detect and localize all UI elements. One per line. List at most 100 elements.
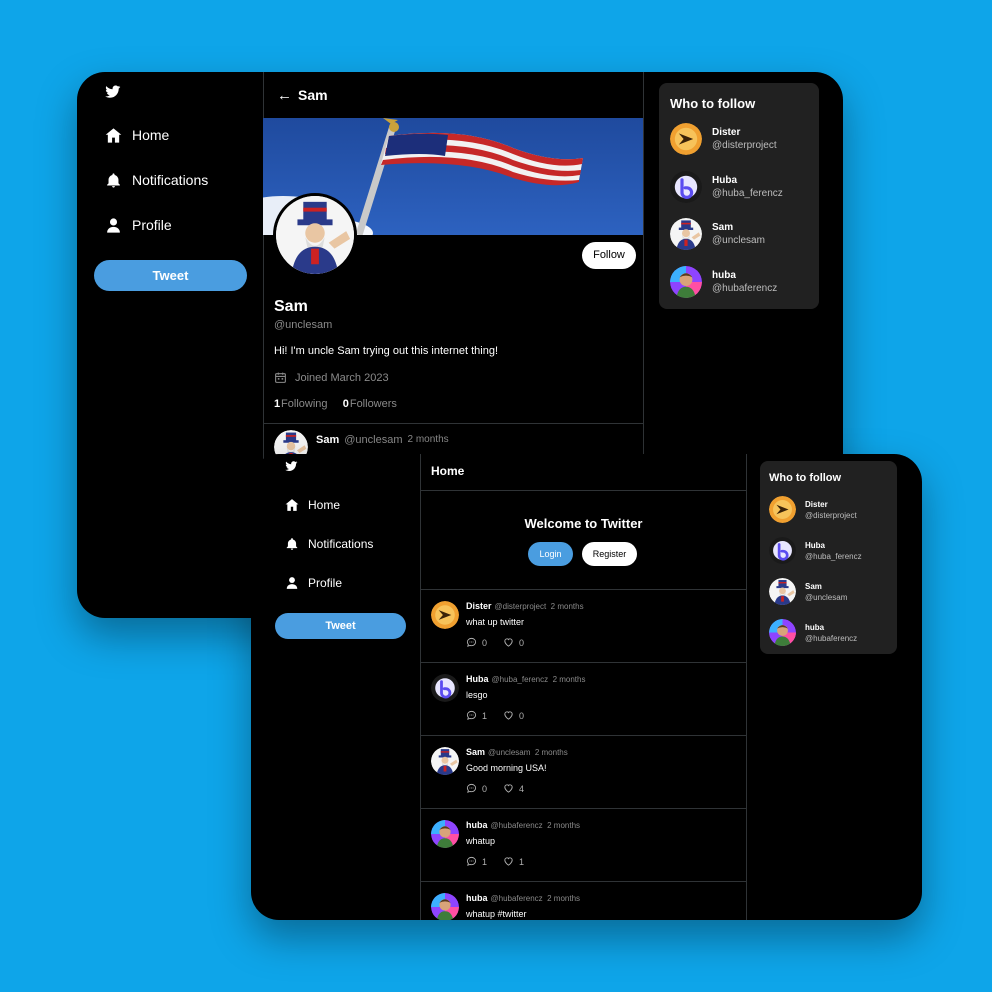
suggested-user-handle: @huba_ferencz [712, 188, 783, 199]
tweet-item[interactable]: Huba @huba_ferencz 2 months lesgo 1 0 [421, 662, 746, 735]
suggested-user-handle: @disterproject [805, 510, 857, 520]
nav-notifications[interactable]: Notifications [104, 171, 208, 189]
follow-button[interactable]: Follow [582, 242, 636, 269]
suggested-user-handle: @unclesam [805, 592, 848, 602]
like-button[interactable]: 0 [503, 710, 524, 721]
reply-button[interactable]: 0 [466, 637, 487, 648]
reply-icon [466, 710, 477, 721]
tweet-time: 2 months [534, 748, 568, 757]
like-count: 0 [519, 637, 525, 648]
home-window: Home Notifications Profile Tweet Home We… [251, 454, 922, 920]
reply-icon [466, 783, 477, 794]
tweet-item[interactable]: huba @hubaferencz 2 months whatup 1 1 [421, 808, 746, 881]
nav-home[interactable]: Home [284, 497, 340, 512]
nav-home[interactable]: Home [104, 126, 169, 144]
suggested-user-handle: @hubaferencz [712, 283, 778, 294]
tweet-author-name: Sam [316, 434, 340, 446]
welcome-title: Welcome to Twitter [524, 516, 643, 531]
tweet-item[interactable]: huba @hubaferencz 2 months whatup #twitte… [421, 881, 746, 920]
reply-icon [466, 856, 477, 867]
heart-icon [503, 637, 514, 648]
twitter-logo-icon[interactable] [104, 84, 122, 99]
tweet-author-handle: @hubaferencz [490, 821, 543, 830]
reply-count: 0 [482, 637, 488, 648]
tweet-text: whatup [466, 836, 496, 846]
profile-handle: @unclesam [274, 319, 333, 331]
suggested-user-huba2[interactable]: huba @hubaferencz [670, 266, 777, 298]
back-arrow-icon[interactable]: ← [277, 87, 292, 104]
like-button[interactable]: 0 [503, 637, 524, 648]
sidebar: Home Notifications Profile Tweet [251, 454, 421, 920]
profile-avatar[interactable] [273, 193, 357, 277]
reply-count: 1 [482, 856, 488, 867]
nav-profile-label: Profile [132, 217, 172, 233]
suggested-user-handle: @huba_ferencz [805, 551, 862, 561]
tweet-author-handle: @huba_ferencz [491, 675, 549, 684]
suggested-user-dister[interactable]: Dister @disterproject [670, 123, 777, 155]
following-link[interactable]: 1 Following [274, 398, 328, 410]
user-icon [104, 216, 122, 234]
avatar [769, 537, 796, 564]
tweet-author-name: huba [466, 820, 488, 830]
suggested-user-handle: @hubaferencz [805, 633, 858, 643]
tweet-item[interactable]: Dister @disterproject 2 months what up tw… [421, 589, 746, 662]
heart-icon [503, 783, 514, 794]
like-button[interactable]: 1 [503, 856, 524, 867]
suggested-user-huba[interactable]: Huba @huba_ferencz [670, 171, 783, 203]
suggested-user-name: Huba [805, 540, 825, 550]
home-icon [104, 126, 122, 144]
nav-notifications[interactable]: Notifications [284, 536, 373, 551]
tweet-author-name: Sam [466, 747, 486, 757]
who-to-follow-title: Who to follow [769, 472, 842, 484]
twitter-logo-icon[interactable] [284, 460, 299, 472]
suggested-user-sam[interactable]: Sam @unclesam [670, 218, 765, 250]
tweet-meta: huba @hubaferencz 2 months [466, 820, 580, 830]
tweet-meta: Dister @disterproject 2 months [466, 601, 584, 611]
reply-count: 0 [482, 783, 488, 794]
tweet-author-name: Huba [466, 674, 489, 684]
reply-button[interactable]: 1 [466, 710, 487, 721]
register-button[interactable]: Register [582, 542, 637, 566]
tweet-author-name: Dister [466, 601, 492, 611]
like-button[interactable]: 4 [503, 783, 524, 794]
nav-profile[interactable]: Profile [284, 575, 342, 590]
nav-notifications-label: Notifications [132, 172, 209, 188]
login-button[interactable]: Login [528, 542, 573, 566]
suggested-user-dister[interactable]: Dister @disterproject [769, 496, 857, 523]
tweet-text: Good morning USA! [466, 763, 547, 773]
followers-link[interactable]: 0 Followers [343, 398, 397, 410]
suggested-user-sam[interactable]: Sam @unclesam [769, 578, 847, 605]
avatar [670, 171, 702, 203]
avatar [670, 218, 702, 250]
tweet-button[interactable]: Tweet [275, 613, 406, 639]
tweet-button[interactable]: Tweet [94, 260, 247, 291]
tweet-item[interactable]: Sam @unclesam 2 months Good morning USA! … [421, 735, 746, 808]
suggested-user-name: Dister [805, 499, 828, 509]
tweet-meta: Sam @unclesam 2 months [466, 747, 568, 757]
tweet-actions: 1 1 [466, 856, 540, 867]
like-count: 4 [519, 783, 525, 794]
profile-tweets-divider [263, 423, 643, 424]
tweet-author-handle: @unclesam [344, 434, 403, 446]
suggested-user-huba[interactable]: Huba @huba_ferencz [769, 537, 862, 564]
avatar [670, 123, 702, 155]
suggested-user-handle: @disterproject [712, 140, 777, 151]
profile-header: ← Sam [263, 72, 643, 118]
tweet-meta: Huba @huba_ferencz 2 months [466, 674, 585, 684]
calendar-icon [274, 371, 287, 384]
bell-icon [284, 536, 299, 551]
reply-button[interactable]: 0 [466, 783, 487, 794]
tweet-text: lesgo [466, 690, 488, 700]
home-icon [284, 497, 299, 512]
nav-profile[interactable]: Profile [104, 216, 172, 234]
following-count: 1 [274, 398, 281, 410]
followers-count: 0 [342, 398, 349, 410]
tweet-time: 2 months [407, 434, 449, 445]
suggested-user-handle: @unclesam [712, 235, 765, 246]
like-count: 1 [519, 856, 525, 867]
reply-button[interactable]: 1 [466, 856, 487, 867]
suggested-user-huba2[interactable]: huba @hubaferencz [769, 619, 857, 646]
tweet-author-handle: @unclesam [488, 748, 531, 757]
tweet-actions: 0 0 [466, 637, 540, 648]
suggested-user-name: Sam [805, 581, 822, 591]
